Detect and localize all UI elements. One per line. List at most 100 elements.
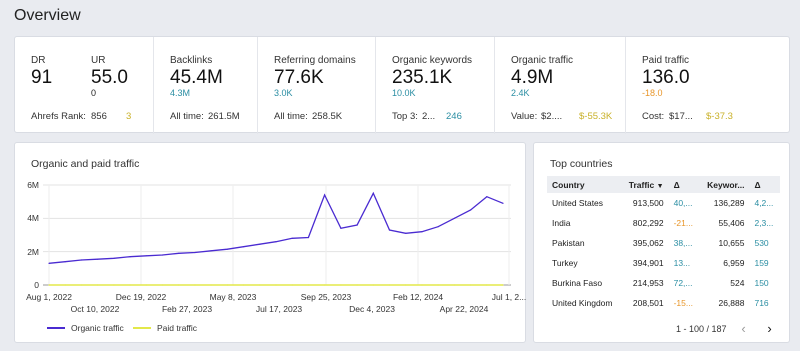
backlinks-label: Backlinks <box>170 55 213 66</box>
organic-traffic-metric: Organic traffic 4.9M 2.4K Value: $2.... … <box>494 37 625 134</box>
traffic-delta-cell: 38,... <box>673 238 693 248</box>
table-row[interactable]: Pakistan 395,062 38,... 10,655 530 <box>547 233 780 253</box>
chevron-left-icon[interactable]: ‹ <box>735 321 753 336</box>
cost-change: $-37.3 <box>706 111 733 122</box>
backlinks-alltime-value[interactable]: 261.5M <box>208 111 240 122</box>
organic-traffic-point <box>486 196 488 198</box>
dr-value[interactable]: 91 <box>31 67 52 89</box>
keywords-delta-cell: 530 <box>754 238 769 248</box>
legend-label-paid: Paid traffic <box>157 323 198 333</box>
traffic-delta-cell: 13... <box>673 258 691 268</box>
organic-traffic-change: 2.4K <box>511 88 530 98</box>
header-country[interactable]: Country <box>547 176 622 193</box>
table-row[interactable]: Turkey 394,901 13... 6,959 159 <box>547 253 780 273</box>
organic-keywords-metric: Organic keywords 235.1K 10.0K Top 3: 2..… <box>375 37 494 134</box>
top-countries-title: Top countries <box>550 158 613 170</box>
referring-domains-label: Referring domains <box>274 55 356 66</box>
pagination: 1 - 100 / 187 ‹ › <box>676 321 779 336</box>
referring-domains-change: 3.0K <box>274 88 293 98</box>
country-cell[interactable]: Turkey <box>547 253 621 273</box>
paid-traffic-point <box>486 284 488 286</box>
traffic-value-amount[interactable]: $2.... <box>541 111 562 122</box>
organic-traffic-point <box>48 262 50 264</box>
paid-traffic-point <box>210 284 212 286</box>
backlinks-value[interactable]: 45.4M <box>170 67 223 89</box>
country-cell[interactable]: United States <box>547 193 621 213</box>
table-row[interactable]: Burkina Faso 214,953 72,... 524 150 <box>547 273 780 293</box>
top3-value[interactable]: 2... <box>422 111 435 122</box>
keywords-delta-cell: 4,2... <box>754 198 774 208</box>
traffic-cell: 802,292 <box>632 218 664 228</box>
keywords-cell: 136,289 <box>713 198 745 208</box>
ur-label: UR <box>91 55 106 66</box>
organic-traffic-point <box>178 252 180 254</box>
legend-organic-traffic[interactable]: Organic traffic <box>47 323 124 333</box>
paid-traffic-point <box>178 284 180 286</box>
organic-traffic-point <box>129 256 131 258</box>
organic-traffic-point <box>372 192 374 194</box>
table-header-row: Country Traffic ▼ Δ Keywor... Δ <box>547 176 780 193</box>
table-row[interactable]: United States 913,500 40,... 136,289 4,2... <box>547 193 780 213</box>
paid-traffic-point <box>388 284 391 286</box>
legend-paid-traffic[interactable]: Paid traffic <box>133 323 197 333</box>
keywords-cell: 26,888 <box>718 298 745 308</box>
header-traffic[interactable]: Traffic ▼ <box>621 176 669 193</box>
dr-label: DR <box>31 55 46 66</box>
organic-traffic-point <box>405 232 407 234</box>
header-keywords-delta[interactable]: Δ <box>749 176 780 193</box>
organic-traffic-point <box>194 251 196 254</box>
organic-traffic-point <box>356 224 358 226</box>
organic-traffic-point <box>113 257 115 259</box>
chevron-right-icon[interactable]: › <box>761 321 779 336</box>
organic-keywords-value[interactable]: 235.1K <box>392 67 452 89</box>
paid-traffic-point <box>226 284 228 286</box>
x-tick-label: Feb 27, 2023 <box>161 304 213 314</box>
x-tick-label: Apr 22, 2024 <box>439 304 489 314</box>
referring-domains-alltime-value[interactable]: 258.5K <box>312 111 342 122</box>
organic-traffic-point <box>421 231 423 233</box>
traffic-cell: 395,062 <box>632 238 664 248</box>
country-cell[interactable]: Pakistan <box>547 233 621 253</box>
table-row[interactable]: India 802,292 -21... 55,406 2,3... <box>547 213 780 233</box>
organic-traffic-point <box>324 194 326 196</box>
countries-table: Country Traffic ▼ Δ Keywor... Δ United S… <box>547 176 780 313</box>
organic-traffic-point <box>226 248 228 250</box>
keywords-delta-cell: 159 <box>754 258 769 268</box>
organic-traffic-value[interactable]: 4.9M <box>511 67 553 89</box>
organic-traffic-line <box>48 191 504 264</box>
paid-traffic-point <box>259 284 261 286</box>
ur-value[interactable]: 55.0 <box>91 67 128 89</box>
traffic-delta-cell: -21... <box>673 218 693 228</box>
organic-traffic-point <box>388 229 391 231</box>
traffic-cell: 913,500 <box>632 198 664 208</box>
traffic-chart-card: Organic and paid traffic 6M 4M 2M 0 Aug … <box>14 142 526 343</box>
country-cell[interactable]: Burkina Faso <box>547 273 621 293</box>
paid-traffic-value[interactable]: 136.0 <box>642 67 690 89</box>
ahrefs-rank-change: 3 <box>126 111 132 122</box>
organic-traffic-point <box>145 255 147 257</box>
paid-traffic-point <box>48 284 50 286</box>
traffic-delta-cell: 72,... <box>673 278 693 288</box>
ahrefs-rank-value[interactable]: 856 <box>91 111 107 122</box>
organic-traffic-point <box>243 246 245 248</box>
country-cell[interactable]: United Kingdom <box>547 293 621 313</box>
x-tick-label: Feb 12, 2024 <box>392 292 444 302</box>
x-tick-label: Oct 10, 2022 <box>70 304 120 314</box>
ahrefs-rank-label: Ahrefs Rank: <box>31 111 86 122</box>
country-cell[interactable]: India <box>547 213 621 233</box>
table-row[interactable]: United Kingdom 208,501 -15... 26,888 716 <box>547 293 780 313</box>
traffic-cell: 214,953 <box>632 278 664 288</box>
referring-domains-value[interactable]: 77.6K <box>274 67 324 89</box>
paid-traffic-point <box>80 284 82 286</box>
traffic-cell: 394,901 <box>632 258 664 268</box>
pagination-range: 1 - 100 / 187 <box>676 323 727 334</box>
organic-traffic-point <box>502 202 504 204</box>
paid-traffic-point <box>129 284 131 286</box>
cost-value[interactable]: $17... <box>669 111 693 122</box>
organic-traffic-label: Organic traffic <box>511 55 574 66</box>
organic-traffic-point <box>64 261 66 263</box>
paid-traffic-point <box>453 284 455 286</box>
header-keywords[interactable]: Keywor... <box>699 176 750 193</box>
header-traffic-label: Traffic <box>628 179 655 190</box>
header-traffic-delta[interactable]: Δ <box>668 176 700 193</box>
